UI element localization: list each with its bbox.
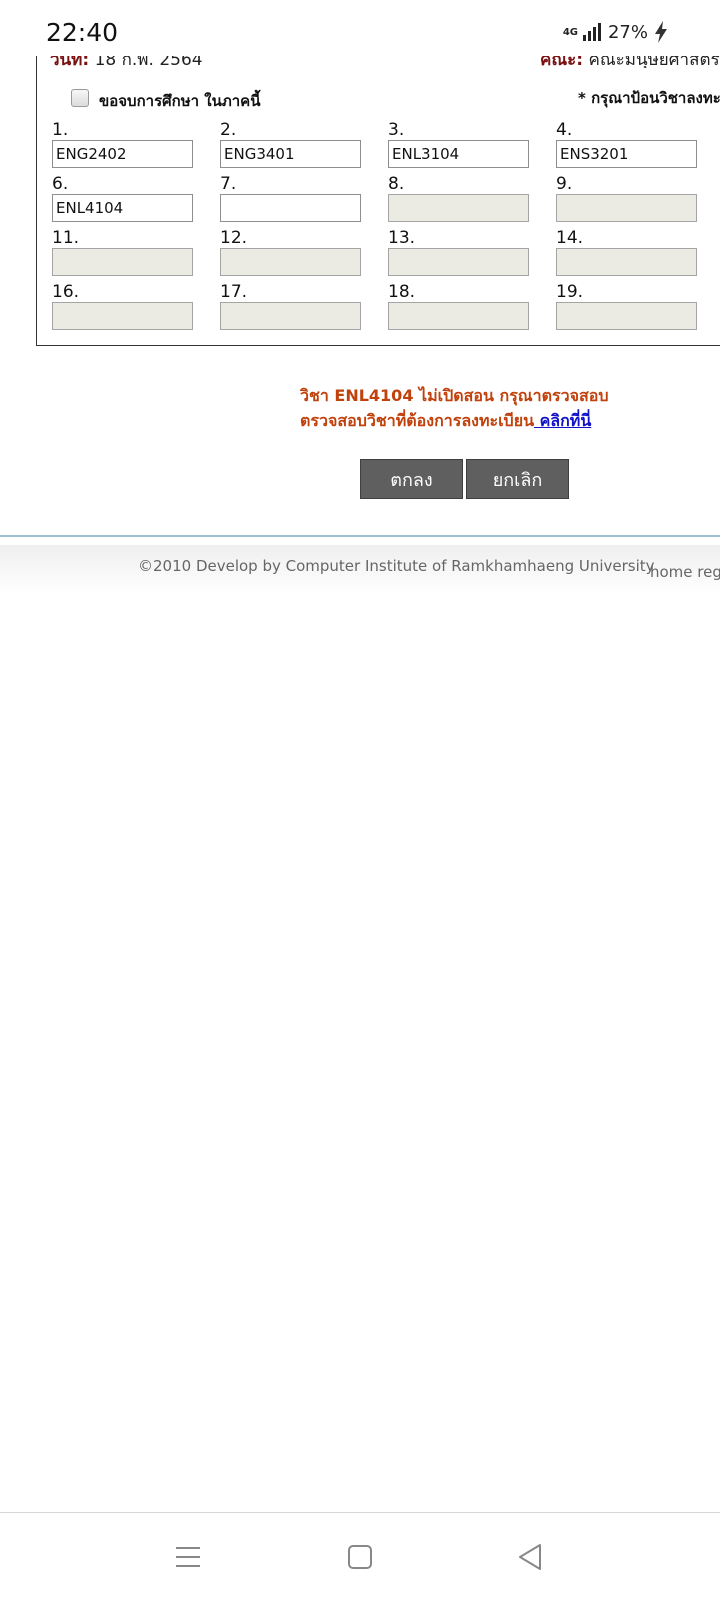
course-number: 12. xyxy=(220,228,248,248)
course-number: 17. xyxy=(220,282,248,302)
course-input-disabled xyxy=(556,302,697,330)
course-number: 9. xyxy=(556,174,573,194)
course-input-disabled xyxy=(52,302,193,330)
graduate-option: ขอจบการศึกษา ในภาคนี้ xyxy=(71,83,260,113)
course-field: 11. xyxy=(52,228,193,276)
course-input-disabled xyxy=(52,248,193,276)
graduate-label: ขอจบการศึกษา ในภาคนี้ xyxy=(99,92,261,110)
battery-level: 27% xyxy=(607,21,648,43)
instruction-text: * กรุณาป้อนวิชาลงทะเบียน xyxy=(578,89,720,107)
charging-bolt-icon xyxy=(655,21,667,43)
course-number: 13. xyxy=(388,228,416,248)
cancel-button[interactable]: ยกเลิก xyxy=(466,459,569,499)
course-field: 4. xyxy=(556,120,697,168)
course-number: 19. xyxy=(556,282,584,302)
footer-links[interactable]: home register xyxy=(650,563,720,581)
course-number: 4. xyxy=(556,120,573,140)
course-input-disabled xyxy=(388,248,529,276)
course-input-disabled xyxy=(388,302,529,330)
signal-icon xyxy=(582,23,601,41)
footer: ©2010 Develop by Computer Institute of R… xyxy=(0,545,720,595)
ok-button[interactable]: ตกลง xyxy=(360,459,463,499)
course-field: 12. xyxy=(220,228,361,276)
course-field: 7. xyxy=(220,174,361,222)
course-input-disabled xyxy=(220,248,361,276)
footer-copyright: ©2010 Develop by Computer Institute of R… xyxy=(138,557,655,575)
course-number: 8. xyxy=(388,174,405,194)
error-line-1: วิชา ENL4104 ไม่เปิดสอน กรุณาตรวจสอบ xyxy=(300,386,609,405)
course-input[interactable] xyxy=(220,194,361,222)
course-input[interactable] xyxy=(556,140,697,168)
course-number: 14. xyxy=(556,228,584,248)
course-number: 16. xyxy=(52,282,80,302)
course-field: 1. xyxy=(52,120,193,168)
course-field: 6. xyxy=(52,174,193,222)
course-number: 18. xyxy=(388,282,416,302)
course-number: 7. xyxy=(220,174,237,194)
course-field: 9. xyxy=(556,174,697,222)
home-square-icon xyxy=(348,1545,372,1569)
click-here-link[interactable]: คลิกที่นี่ xyxy=(534,411,592,430)
recent-apps-button[interactable] xyxy=(170,1539,206,1575)
course-input-disabled xyxy=(220,302,361,330)
course-input-disabled xyxy=(388,194,529,222)
status-bar: 22:40 4G 27% xyxy=(0,0,720,56)
course-number: 2. xyxy=(220,120,237,140)
menu-icon xyxy=(176,1547,200,1567)
back-button[interactable] xyxy=(512,1539,548,1575)
course-number: 3. xyxy=(388,120,405,140)
course-number: 6. xyxy=(52,174,69,194)
course-field: 17. xyxy=(220,282,361,330)
course-field: 18. xyxy=(388,282,529,330)
course-input[interactable] xyxy=(220,140,361,168)
error-message: วิชา ENL4104 ไม่เปิดสอน กรุณาตรวจสอบ ตรว… xyxy=(300,383,609,433)
course-number: 1. xyxy=(52,120,69,140)
course-field: 14. xyxy=(556,228,697,276)
back-triangle-icon xyxy=(519,1544,541,1570)
status-time: 22:40 xyxy=(46,18,119,47)
course-input[interactable] xyxy=(52,194,193,222)
footer-divider xyxy=(0,535,720,537)
course-field: 3. xyxy=(388,120,529,168)
course-field: 2. xyxy=(220,120,361,168)
course-input[interactable] xyxy=(388,140,529,168)
course-input[interactable] xyxy=(52,140,193,168)
home-button[interactable] xyxy=(342,1539,378,1575)
network-type: 4G xyxy=(562,26,578,38)
course-number: 11. xyxy=(52,228,80,248)
system-nav-bar xyxy=(0,1513,720,1600)
course-field: 19. xyxy=(556,282,697,330)
course-input-disabled xyxy=(556,248,697,276)
graduate-checkbox[interactable] xyxy=(71,89,89,107)
course-field: 8. xyxy=(388,174,529,222)
error-line-2: ตรวจสอบวิชาที่ต้องการลงทะเบียน คลิกที่นี… xyxy=(300,411,592,430)
course-field: 13. xyxy=(388,228,529,276)
course-field: 16. xyxy=(52,282,193,330)
course-input-disabled xyxy=(556,194,697,222)
status-icons: 4G 27% xyxy=(563,21,668,43)
